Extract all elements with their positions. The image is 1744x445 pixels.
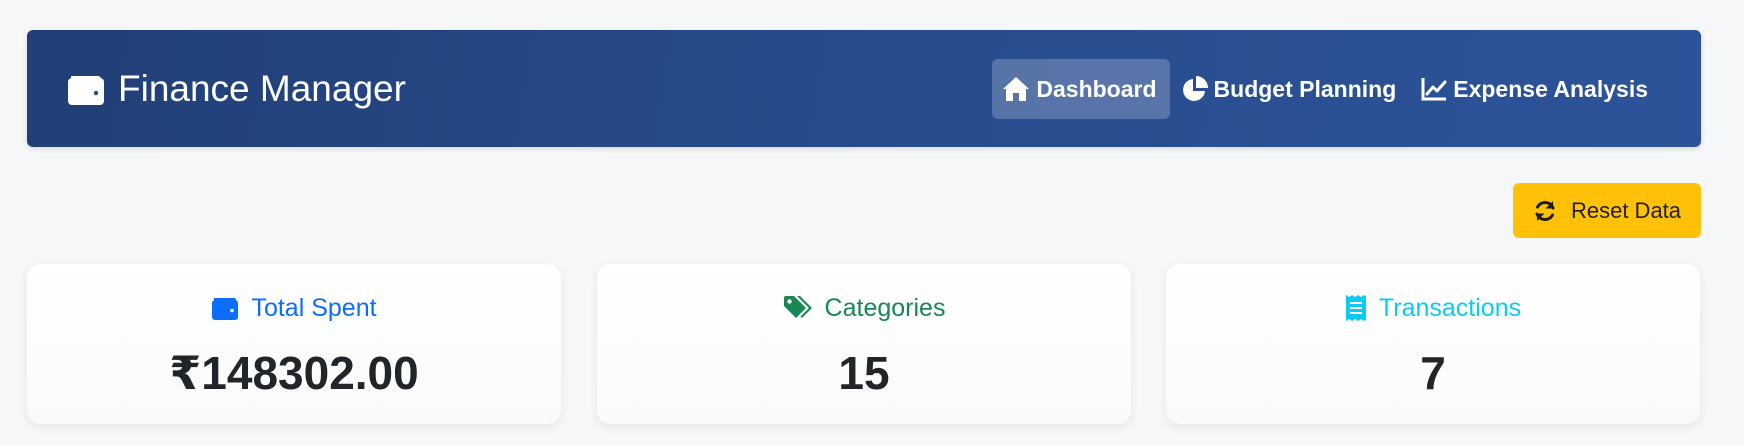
line-chart-icon [1421,77,1447,101]
top-navbar: Finance Manager Dashboard Budget Plannin… [27,30,1701,147]
home-icon [1002,76,1030,102]
stat-card-header: Total Spent [27,288,561,328]
nav-item-label: Budget Planning [1213,75,1397,102]
nav-item-expense-analysis[interactable]: Expense Analysis [1411,59,1661,119]
stat-value: ₹148302.00 [169,347,419,399]
stat-label: Total Spent [251,293,377,322]
wallet-icon [211,295,239,321]
brand[interactable]: Finance Manager [67,30,406,147]
nav-item-budget-planning[interactable]: Budget Planning [1172,59,1410,119]
receipt-icon [1345,294,1367,322]
refresh-icon [1533,199,1557,223]
pie-chart-icon [1182,76,1208,102]
main-nav: Dashboard Budget Planning Expense Analys… [992,59,1661,119]
tags-icon [783,295,813,321]
nav-item-label: Expense Analysis [1453,75,1648,102]
reset-data-button[interactable]: Reset Data [1513,183,1701,238]
stat-card-categories: Categories 15 [597,264,1131,424]
stat-label: Categories [824,293,946,322]
stat-card-header: Categories [597,288,1131,328]
stat-card-total-spent: Total Spent ₹148302.00 [27,264,561,424]
stat-value: 7 [1420,347,1446,399]
stat-value: 15 [838,347,890,399]
stat-card-transactions: Transactions 7 [1166,264,1700,424]
app-title: Finance Manager [118,67,406,109]
nav-item-dashboard[interactable]: Dashboard [992,59,1170,119]
stat-label: Transactions [1378,293,1522,322]
reset-data-label: Reset Data [1570,197,1682,223]
wallet-icon [67,72,105,106]
stat-card-header: Transactions [1166,288,1700,328]
nav-item-label: Dashboard [1036,75,1157,102]
